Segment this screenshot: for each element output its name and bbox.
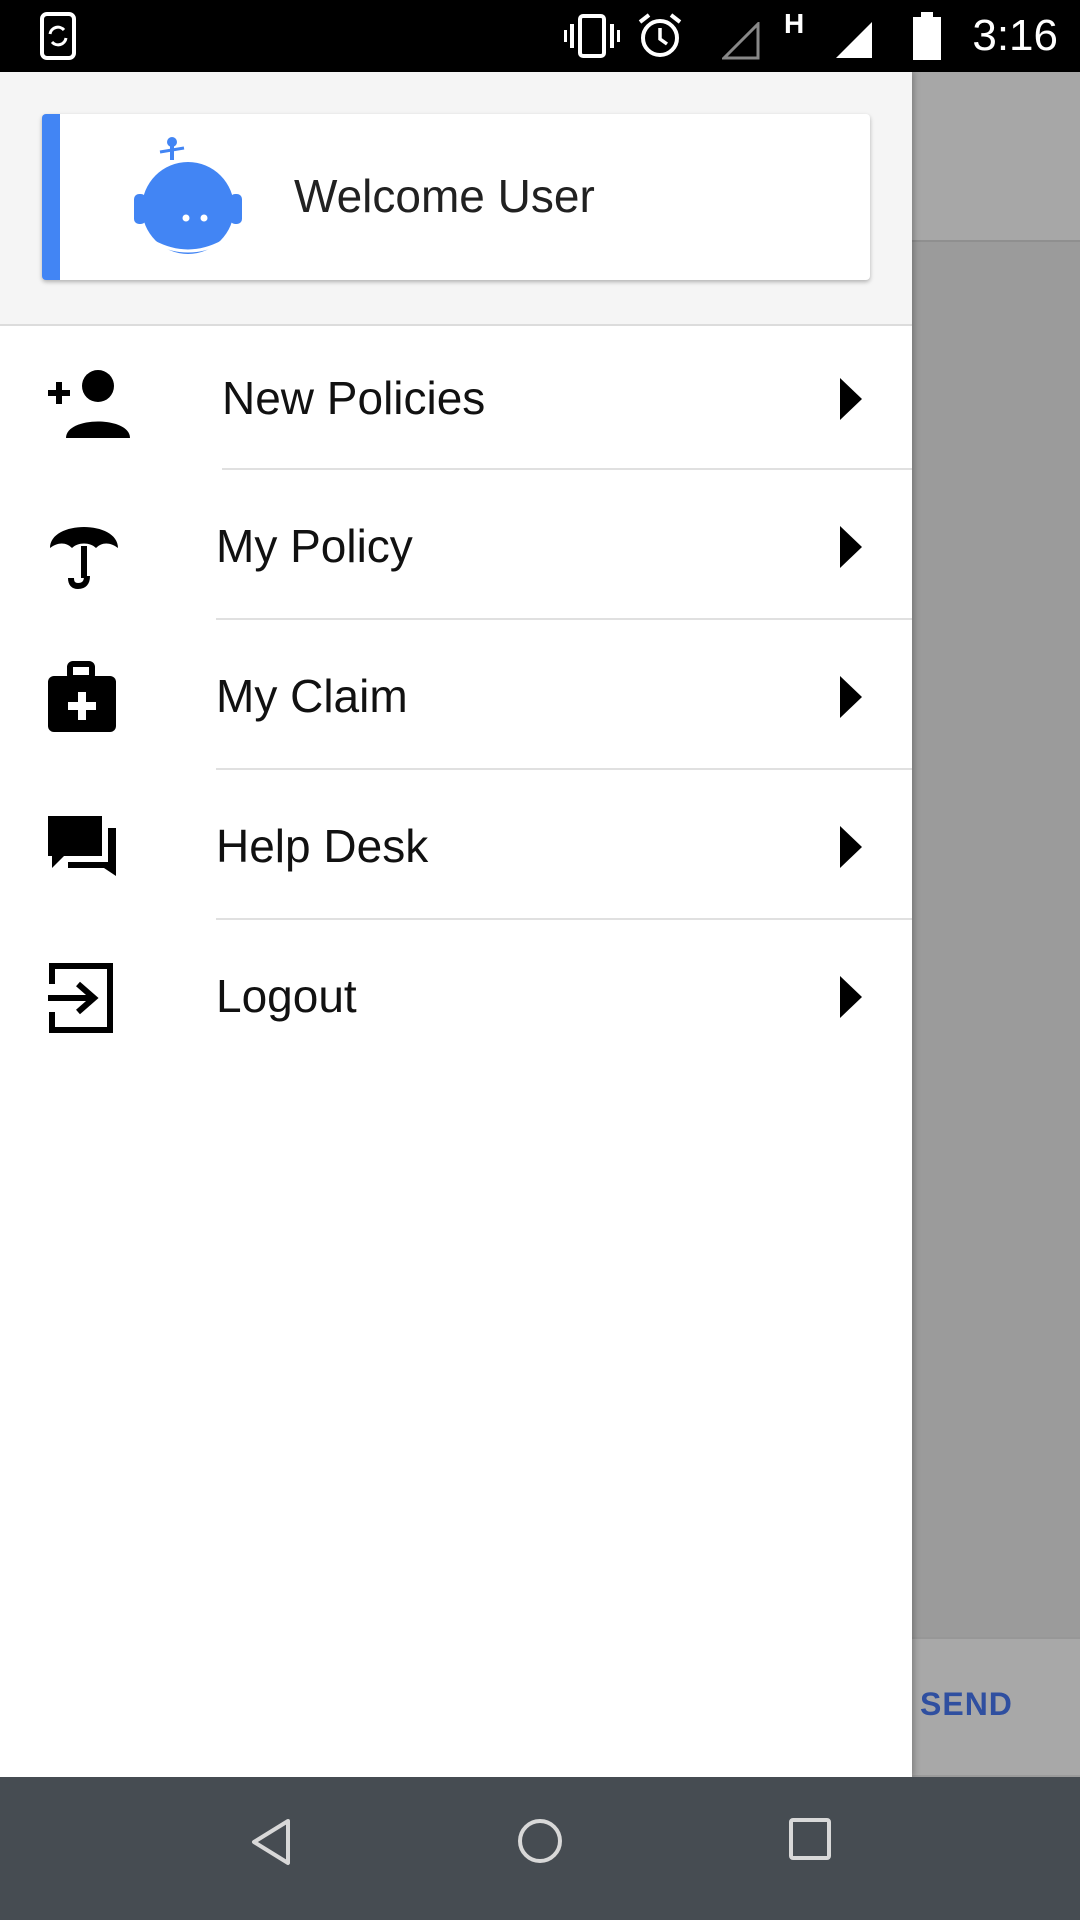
- menu-item-label: Logout: [216, 970, 357, 1022]
- navigation-drawer: Welcome User New Policies My Policy My C…: [0, 72, 912, 1777]
- menu-item-label: Help Desk: [216, 820, 429, 872]
- menu-item-label: New Policies: [222, 372, 486, 424]
- menu-item-label: My Policy: [216, 520, 413, 572]
- recents-icon[interactable]: [788, 1817, 832, 1861]
- menu-divider: [216, 768, 912, 770]
- menu-item-my-claim[interactable]: My Claim: [0, 622, 912, 772]
- chevron-right-icon: [840, 826, 862, 868]
- welcome-text: Welcome User: [294, 170, 595, 222]
- menu-divider: [216, 918, 912, 920]
- menu-divider: [222, 468, 912, 470]
- send-button[interactable]: SEND: [920, 1686, 1013, 1723]
- chevron-right-icon: [840, 676, 862, 718]
- screen-rotation-icon: [40, 12, 76, 60]
- network-type-label: H: [784, 8, 805, 39]
- chevron-right-icon: [840, 976, 862, 1018]
- exit-icon: [48, 963, 113, 1033]
- menu-item-logout[interactable]: Logout: [0, 922, 912, 1072]
- menu-item-my-policy[interactable]: My Policy: [0, 472, 912, 622]
- menu-item-new-policies[interactable]: New Policies: [0, 324, 912, 474]
- chevron-right-icon: [840, 378, 862, 420]
- add-person-icon: [48, 370, 130, 438]
- menu-item-label: My Claim: [216, 670, 408, 722]
- status-time: 3:16: [972, 11, 1058, 60]
- status-bar: H 3:16: [0, 0, 1080, 72]
- back-icon[interactable]: [248, 1817, 292, 1867]
- umbrella-icon: [50, 527, 118, 590]
- chat-icon: [48, 816, 116, 876]
- battery-icon: [913, 12, 941, 60]
- menu-item-help-desk[interactable]: Help Desk: [0, 772, 912, 922]
- welcome-card: Welcome User: [42, 114, 870, 280]
- background-toolbar: [912, 72, 1080, 242]
- signal-empty-icon: [722, 22, 760, 60]
- menu-divider: [216, 618, 912, 620]
- home-icon[interactable]: [516, 1817, 564, 1865]
- chevron-right-icon: [840, 526, 862, 568]
- alarm-icon: [638, 13, 682, 57]
- system-nav-bar: [0, 1777, 1080, 1920]
- signal-full-icon: [836, 22, 872, 58]
- robot-avatar-icon: [134, 137, 242, 254]
- drawer-header: Welcome User: [0, 72, 912, 326]
- medical-kit-icon: [48, 661, 116, 732]
- vibrate-icon: [564, 14, 620, 58]
